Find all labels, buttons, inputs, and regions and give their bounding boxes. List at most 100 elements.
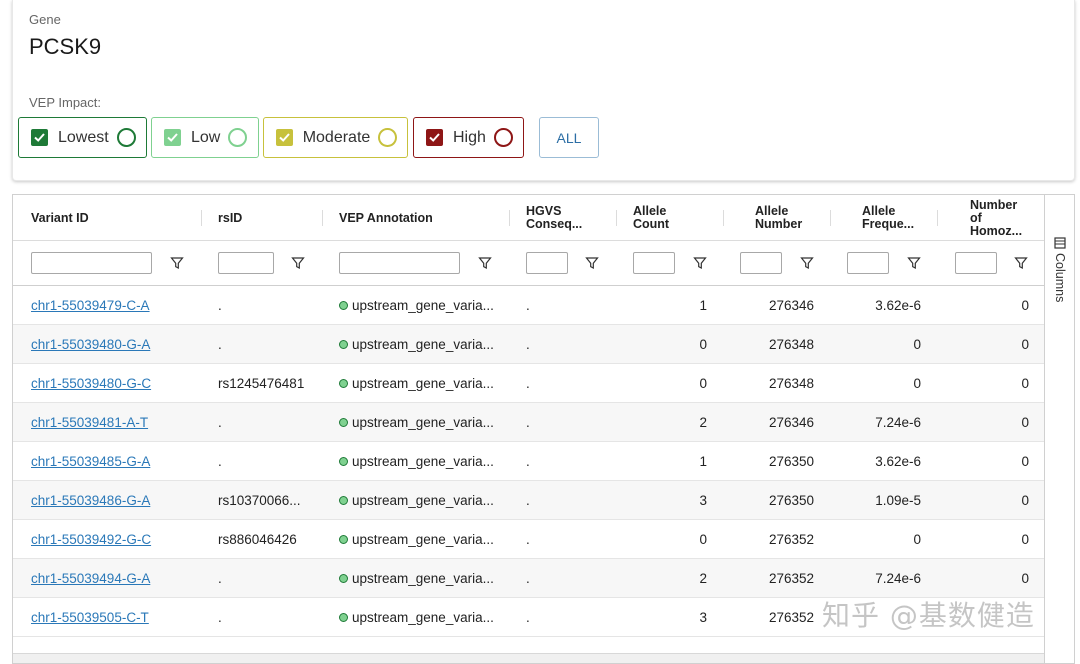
- cell-allele-count: 1: [699, 454, 707, 469]
- cell-vep-annotation: upstream_gene_varia...: [339, 481, 504, 520]
- cell-rsid: .: [218, 298, 222, 313]
- checkbox-checked-icon[interactable]: [31, 129, 48, 146]
- all-button[interactable]: ALL: [539, 117, 599, 158]
- vep-chip-lowest[interactable]: Lowest: [18, 117, 147, 158]
- cell-variant-id[interactable]: chr1-55039494-G-A: [31, 559, 201, 598]
- cell-allele-count: 3: [699, 610, 707, 625]
- filter-input-allele-frequency[interactable]: [847, 252, 889, 274]
- column-separator[interactable]: [830, 210, 831, 226]
- cell-hgvs: .: [526, 454, 530, 469]
- grid-header-row: Variant ID rsID VEP Annotation HGVS Cons…: [13, 195, 1045, 241]
- column-separator[interactable]: [201, 210, 202, 226]
- horizontal-scrollbar[interactable]: [13, 653, 1045, 663]
- filter-icon[interactable]: [478, 256, 492, 270]
- filter-input-rsid[interactable]: [218, 252, 274, 274]
- cell-homozygotes: 0: [1021, 493, 1029, 508]
- vep-chip-moderate[interactable]: Moderate: [263, 117, 408, 158]
- column-separator[interactable]: [723, 210, 724, 226]
- cell-variant-id[interactable]: chr1-55039486-G-A: [31, 481, 201, 520]
- cell-allele-number: 276346: [768, 298, 814, 313]
- cell-hgvs: .: [526, 415, 530, 430]
- table-row[interactable]: chr1-55039480-G-A. upstream_gene_varia...…: [13, 325, 1045, 364]
- cell-vep-annotation: upstream_gene_varia...: [339, 286, 504, 325]
- impact-dot-icon: [339, 301, 348, 310]
- impact-dot-icon: [339, 340, 348, 349]
- column-separator[interactable]: [322, 210, 323, 226]
- cell-variant-id[interactable]: chr1-55039480-G-C: [31, 364, 201, 403]
- cell-variant-id[interactable]: chr1-55039480-G-A: [31, 325, 201, 364]
- header-vep-annotation[interactable]: VEP Annotation: [339, 195, 499, 241]
- vep-annotation-text: upstream_gene_varia...: [352, 337, 494, 352]
- cell-rsid: .: [218, 571, 222, 586]
- filter-icon[interactable]: [907, 256, 921, 270]
- cell-homozygotes: 0: [1021, 298, 1029, 313]
- table-row[interactable]: chr1-55039480-G-C rs1245476481 upstream_ge…: [13, 364, 1045, 403]
- cell-variant-id[interactable]: chr1-55039485-G-A: [31, 442, 201, 481]
- filter-icon[interactable]: [170, 256, 184, 270]
- header-allele-count[interactable]: Allele Count: [633, 195, 718, 241]
- cell-variant-id[interactable]: chr1-55039479-C-A: [31, 286, 201, 325]
- cell-vep-annotation: upstream_gene_varia...: [339, 520, 504, 559]
- filter-icon[interactable]: [585, 256, 599, 270]
- vep-chip-high[interactable]: High: [413, 117, 524, 158]
- header-hgvs[interactable]: HGVS Conseq...: [526, 195, 611, 241]
- vep-chip-label: High: [453, 128, 486, 146]
- vep-annotation-text: upstream_gene_varia...: [352, 415, 494, 430]
- header-allele-frequency[interactable]: Allele Freque...: [862, 195, 947, 241]
- vep-chip-label: Moderate: [302, 128, 371, 146]
- circle-icon: [116, 128, 136, 147]
- cell-hgvs: .: [526, 376, 530, 391]
- table-row[interactable]: chr1-55039505-C-T. upstream_gene_varia...…: [13, 598, 1045, 637]
- filter-input-vep-annotation[interactable]: [339, 252, 460, 274]
- filter-input-allele-count[interactable]: [633, 252, 675, 274]
- filter-input-allele-number[interactable]: [740, 252, 782, 274]
- table-row[interactable]: chr1-55039492-G-C rs886046426 upstream_gen…: [13, 520, 1045, 559]
- filter-input-variant-id[interactable]: [31, 252, 152, 274]
- header-rsid[interactable]: rsID: [218, 195, 318, 241]
- checkbox-checked-icon[interactable]: [164, 129, 181, 146]
- checkbox-checked-icon[interactable]: [276, 129, 293, 146]
- filter-input-hgvs[interactable]: [526, 252, 568, 274]
- cell-vep-annotation: upstream_gene_varia...: [339, 403, 504, 442]
- checkbox-checked-icon[interactable]: [426, 129, 443, 146]
- table-row[interactable]: chr1-55039486-G-A rs10370066... upstream_g…: [13, 481, 1045, 520]
- vep-annotation-text: upstream_gene_varia...: [352, 610, 494, 625]
- cell-rsid: rs1245476481: [218, 376, 305, 391]
- cell-variant-id[interactable]: chr1-55039505-C-T: [31, 598, 201, 637]
- cell-allele-frequency: 0: [913, 337, 921, 352]
- cell-allele-count: 0: [699, 532, 707, 547]
- cell-allele-number: 276352: [768, 610, 814, 625]
- header-variant-id[interactable]: Variant ID: [31, 195, 201, 241]
- column-separator[interactable]: [509, 210, 510, 226]
- filter-icon[interactable]: [800, 256, 814, 270]
- filter-icon[interactable]: [1014, 256, 1028, 270]
- gene-label: Gene: [29, 12, 61, 27]
- table-row[interactable]: chr1-55039485-G-A. upstream_gene_varia...…: [13, 442, 1045, 481]
- cell-allele-count: 2: [699, 415, 707, 430]
- cell-variant-id[interactable]: chr1-55039492-G-C: [31, 520, 201, 559]
- cell-allele-frequency: 3.62e-6: [875, 454, 921, 469]
- header-allele-number[interactable]: Allele Number: [755, 195, 840, 241]
- cell-allele-count: 0: [699, 376, 707, 391]
- filter-input-homozygotes[interactable]: [955, 252, 997, 274]
- cell-rsid: .: [218, 610, 222, 625]
- vep-chip-label: Low: [191, 128, 221, 146]
- vep-chip-low[interactable]: Low: [151, 117, 259, 158]
- filter-icon[interactable]: [693, 256, 707, 270]
- table-row[interactable]: chr1-55039494-G-A. upstream_gene_varia...…: [13, 559, 1045, 598]
- table-row[interactable]: chr1-55039479-C-A. upstream_gene_varia...…: [13, 286, 1045, 325]
- header-homozygotes[interactable]: Number of Homoz...: [970, 195, 1040, 241]
- columns-tool-button[interactable]: Columns: [1052, 237, 1068, 302]
- column-separator[interactable]: [937, 210, 938, 226]
- gene-card: Gene PCSK9 VEP Impact: Lowest Low Modera…: [12, 0, 1075, 181]
- cell-allele-number: 276346: [768, 415, 814, 430]
- column-separator[interactable]: [616, 210, 617, 226]
- impact-dot-icon: [339, 379, 348, 388]
- table-row[interactable]: chr1-55039481-A-T. upstream_gene_varia...…: [13, 403, 1045, 442]
- circle-icon: [493, 128, 513, 147]
- cell-vep-annotation: upstream_gene_varia...: [339, 364, 504, 403]
- cell-vep-annotation: upstream_gene_varia...: [339, 325, 504, 364]
- filter-icon[interactable]: [291, 256, 305, 270]
- cell-variant-id[interactable]: chr1-55039481-A-T: [31, 403, 201, 442]
- circle-icon: [378, 128, 397, 147]
